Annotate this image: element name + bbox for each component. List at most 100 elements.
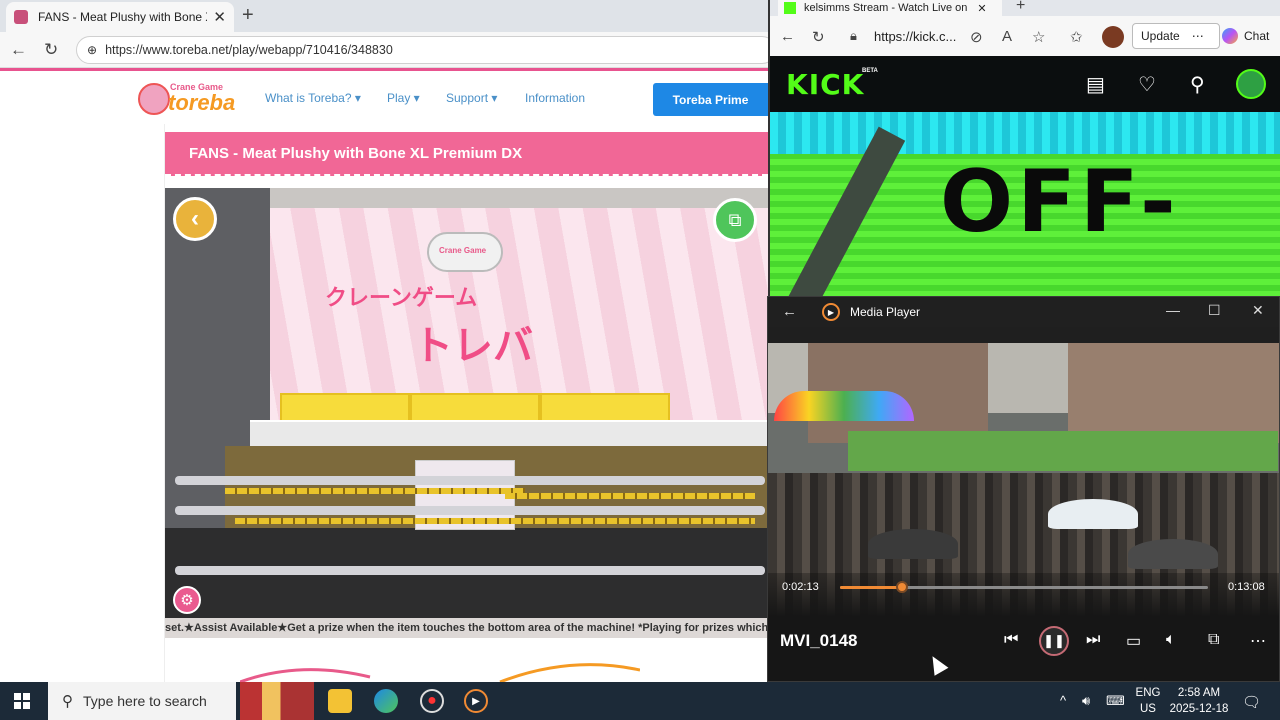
tracking-prevention-icon[interactable]: ⊘ bbox=[970, 28, 983, 46]
following-icon[interactable]: ▤ bbox=[1086, 72, 1105, 97]
clock[interactable]: 2:58 AM 2025-12-18 bbox=[1166, 685, 1232, 717]
mini-view-icon[interactable]: ⧉ bbox=[1208, 631, 1219, 649]
url-field[interactable]: ⊕ https://www.toreba.net/play/webapp/710… bbox=[76, 36, 768, 64]
search-icon[interactable]: ⚲ bbox=[1190, 72, 1205, 97]
playback-controls bbox=[768, 573, 1279, 681]
close-icon[interactable]: ✕ bbox=[1252, 302, 1264, 319]
info-ticker: set.★Assist Available★Get a prize when t… bbox=[165, 618, 768, 638]
file-explorer-icon[interactable] bbox=[328, 689, 352, 713]
logo-main-text: toreba bbox=[168, 90, 236, 115]
menu-play[interactable]: Play ▾ bbox=[387, 91, 420, 105]
maximize-icon[interactable]: ☐ bbox=[1208, 302, 1221, 319]
media-player-taskbar-icon[interactable]: ▶ bbox=[464, 689, 488, 713]
lock-icon[interactable]: 🔒︎ bbox=[850, 28, 857, 44]
toreba-prime-button[interactable]: Toreba Prime bbox=[653, 83, 768, 116]
speaker-icon[interactable]: 🔊︎ bbox=[1082, 693, 1090, 709]
tab-kick[interactable]: kelsimms Stream - Watch Live on ✕ bbox=[778, 0, 1002, 16]
media-player-titlebar: ← ▶ Media Player — ☐ ✕ bbox=[768, 297, 1279, 327]
back-arrow-icon[interactable]: ← bbox=[782, 303, 797, 320]
menu-what-is-toreba[interactable]: What is Toreba? ▾ bbox=[265, 91, 361, 105]
favorite-star-icon[interactable]: ☆ bbox=[1032, 28, 1045, 46]
heart-icon[interactable]: ♡ bbox=[1138, 72, 1156, 97]
back-chevron-button[interactable]: ‹ bbox=[173, 197, 217, 241]
machine-sign-main: トレバ bbox=[413, 323, 533, 369]
windows-start-icon[interactable] bbox=[14, 693, 30, 709]
subtitles-icon[interactable]: ▭ bbox=[1126, 631, 1141, 651]
next-icon[interactable]: ⏭︎ bbox=[1086, 631, 1100, 649]
tab-title: kelsimms Stream - Watch Live on bbox=[804, 2, 968, 14]
taskbar-search[interactable]: ⚲ Type here to search bbox=[48, 682, 236, 720]
new-tab-icon[interactable]: + bbox=[1016, 0, 1025, 15]
update-button[interactable]: Update ⋯ bbox=[1132, 23, 1220, 49]
search-highlight-image[interactable] bbox=[240, 682, 314, 720]
copilot-icon bbox=[1222, 28, 1238, 44]
crane-claw: Crane Game bbox=[427, 232, 503, 272]
page-title: FANS - Meat Plushy with Bone XL Premium … bbox=[165, 132, 768, 176]
tray-shelf bbox=[250, 420, 768, 446]
total-time: 0:13:08 bbox=[1228, 581, 1265, 593]
minimize-icon[interactable]: — bbox=[1166, 302, 1180, 318]
menu-label: What is Toreba? bbox=[265, 91, 352, 105]
menu-information[interactable]: Information bbox=[525, 91, 585, 105]
kick-logo[interactable]: KICK bbox=[786, 68, 864, 101]
guard-rail bbox=[175, 476, 765, 485]
volume-icon[interactable]: 🔈︎ bbox=[1166, 631, 1176, 649]
toreba-browser-window: FANS - Meat Plushy with Bone XL ✕ + ← ↻ … bbox=[0, 0, 768, 682]
edge-browser-icon[interactable] bbox=[374, 689, 398, 713]
seek-bar[interactable] bbox=[840, 581, 1208, 593]
url-text: https://kick.c... bbox=[874, 28, 957, 44]
camera-switch-button[interactable]: ⧉ bbox=[713, 198, 757, 242]
prize-tray bbox=[410, 393, 540, 423]
reload-icon[interactable]: ↻ bbox=[44, 40, 58, 60]
toreba-site-header: Crane Game toreba What is Toreba? ▾ Play… bbox=[0, 68, 768, 124]
umbrella bbox=[1128, 539, 1218, 569]
media-player-app-icon: ▶ bbox=[822, 303, 840, 321]
profile-avatar[interactable] bbox=[1102, 26, 1124, 48]
more-options-icon[interactable]: ⋯ bbox=[1250, 631, 1266, 651]
input-language[interactable]: ENG US bbox=[1132, 685, 1164, 717]
clock-date: 2025-12-18 bbox=[1169, 703, 1229, 715]
settings-gear-button[interactable]: ⚙ bbox=[173, 586, 201, 614]
window-title: Media Player bbox=[850, 305, 921, 319]
kick-favicon-icon bbox=[784, 2, 796, 14]
new-tab-icon[interactable]: + bbox=[242, 4, 254, 27]
umbrella bbox=[868, 529, 958, 559]
toreba-logo[interactable]: Crane Game toreba bbox=[138, 79, 244, 117]
video-hedge bbox=[848, 431, 1278, 471]
reload-icon[interactable]: ↻ bbox=[812, 28, 825, 46]
previous-icon[interactable]: ⏮︎ bbox=[1004, 631, 1018, 649]
guard-rail bbox=[175, 506, 765, 515]
notification-icon[interactable]: 🗨︎ bbox=[1242, 693, 1261, 711]
prize-tray bbox=[280, 393, 410, 423]
guard-rail bbox=[175, 566, 765, 575]
site-info-icon[interactable]: ⊕ bbox=[87, 43, 97, 57]
tab-title: FANS - Meat Plushy with Bone XL bbox=[38, 10, 208, 24]
tab-close-icon[interactable]: ✕ bbox=[977, 2, 986, 15]
current-time: 0:02:13 bbox=[782, 581, 819, 593]
kick-beta-badge: BETA bbox=[862, 68, 878, 74]
user-avatar[interactable] bbox=[1236, 69, 1266, 99]
logo-mascot-icon bbox=[138, 83, 170, 115]
search-icon: ⚲ bbox=[62, 693, 73, 710]
toreba-favicon-icon bbox=[14, 10, 28, 24]
show-hidden-icons-icon[interactable]: ^ bbox=[1060, 693, 1066, 708]
bottom-decoration bbox=[240, 663, 640, 682]
keyboard-icon[interactable]: ⌨ bbox=[1106, 693, 1125, 709]
screen-recorder-icon[interactable]: ● bbox=[420, 689, 444, 713]
tab-close-icon[interactable]: ✕ bbox=[213, 8, 226, 26]
chat-label: Chat bbox=[1244, 29, 1270, 43]
back-arrow-icon[interactable]: ← bbox=[780, 28, 795, 45]
crane-game-camera-view: クレーンゲーム トレバ Crane Game ‹ ⧉ ⚙ set.★Assist… bbox=[165, 188, 768, 638]
favorites-icon[interactable]: ✩ bbox=[1070, 28, 1083, 46]
kick-offline-banner: OFF- bbox=[770, 112, 1280, 297]
address-bar-row: ← ↻ 🔒︎ https://kick.c... ⊘ A ☆ ✩ Update ⋯… bbox=[770, 16, 1280, 56]
copilot-chat-button[interactable]: Chat bbox=[1222, 24, 1280, 48]
url-text: https://www.toreba.net/play/webapp/71041… bbox=[105, 43, 393, 57]
offline-text: OFF- bbox=[940, 152, 1180, 252]
pause-button[interactable]: ❚❚ bbox=[1039, 626, 1069, 656]
kick-header: KICK BETA ▤ ♡ ⚲ bbox=[770, 56, 1280, 112]
back-arrow-icon[interactable]: ← bbox=[10, 40, 27, 60]
read-aloud-icon[interactable]: A bbox=[1002, 28, 1012, 45]
menu-support[interactable]: Support ▾ bbox=[446, 91, 497, 105]
tab-toreba[interactable]: FANS - Meat Plushy with Bone XL ✕ bbox=[6, 2, 234, 32]
